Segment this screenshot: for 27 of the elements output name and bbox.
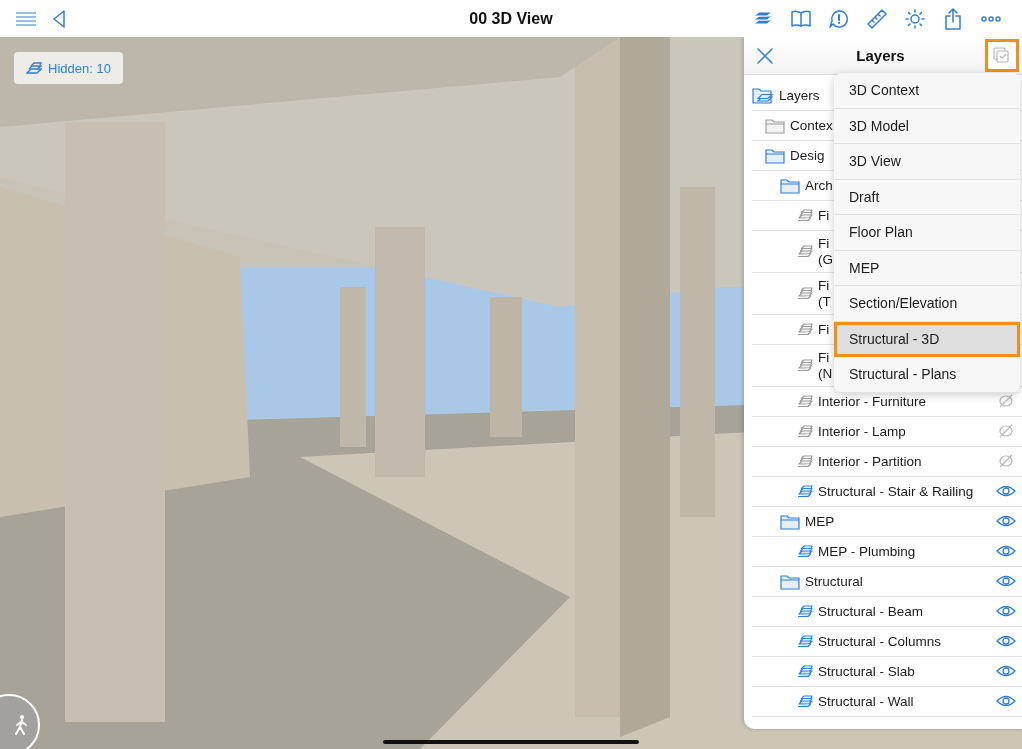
menu-item[interactable]: MEP (834, 250, 1020, 286)
layer-name[interactable]: Structural - Beam (818, 603, 991, 620)
menu-item[interactable]: 3D Model (834, 108, 1020, 144)
layer-name[interactable]: Structural (805, 573, 991, 590)
menu-item[interactable]: Draft (834, 179, 1020, 215)
menu-item[interactable]: Floor Plan (834, 215, 1020, 251)
walking-person-icon (14, 714, 28, 736)
menu-item[interactable]: 3D Context (834, 73, 1020, 109)
layer-name[interactable]: Structural - Columns (818, 633, 991, 650)
layer-name[interactable]: Structural - Wall (818, 693, 991, 710)
window-title: 00 3D View (469, 9, 553, 28)
filter-button[interactable] (985, 39, 1019, 72)
eye-slash-icon[interactable] (996, 393, 1016, 410)
layer-name[interactable]: MEP - Plumbing (818, 543, 991, 560)
layer-name[interactable]: Interior - Partition (818, 453, 991, 470)
layer-name[interactable]: Structural - Slab (818, 663, 991, 680)
menu-item[interactable]: Section/Elevation (834, 286, 1020, 322)
menu-item[interactable]: Structural - 3D (834, 321, 1020, 357)
hidden-layers-badge[interactable]: Hidden: 10 (14, 52, 123, 84)
panel-title: Layers (856, 47, 905, 64)
layer-name[interactable]: MEP (805, 513, 991, 530)
stacked-squares-check-icon (992, 45, 1012, 66)
layer-name[interactable]: Interior - Furniture (818, 393, 991, 410)
layer-name[interactable]: Interior - Lamp (818, 423, 991, 440)
layer-name[interactable]: Structural - Stair & Railing (818, 483, 991, 500)
menu-item[interactable]: 3D View (834, 144, 1020, 180)
menu-item[interactable]: Structural - Plans (834, 357, 1020, 393)
